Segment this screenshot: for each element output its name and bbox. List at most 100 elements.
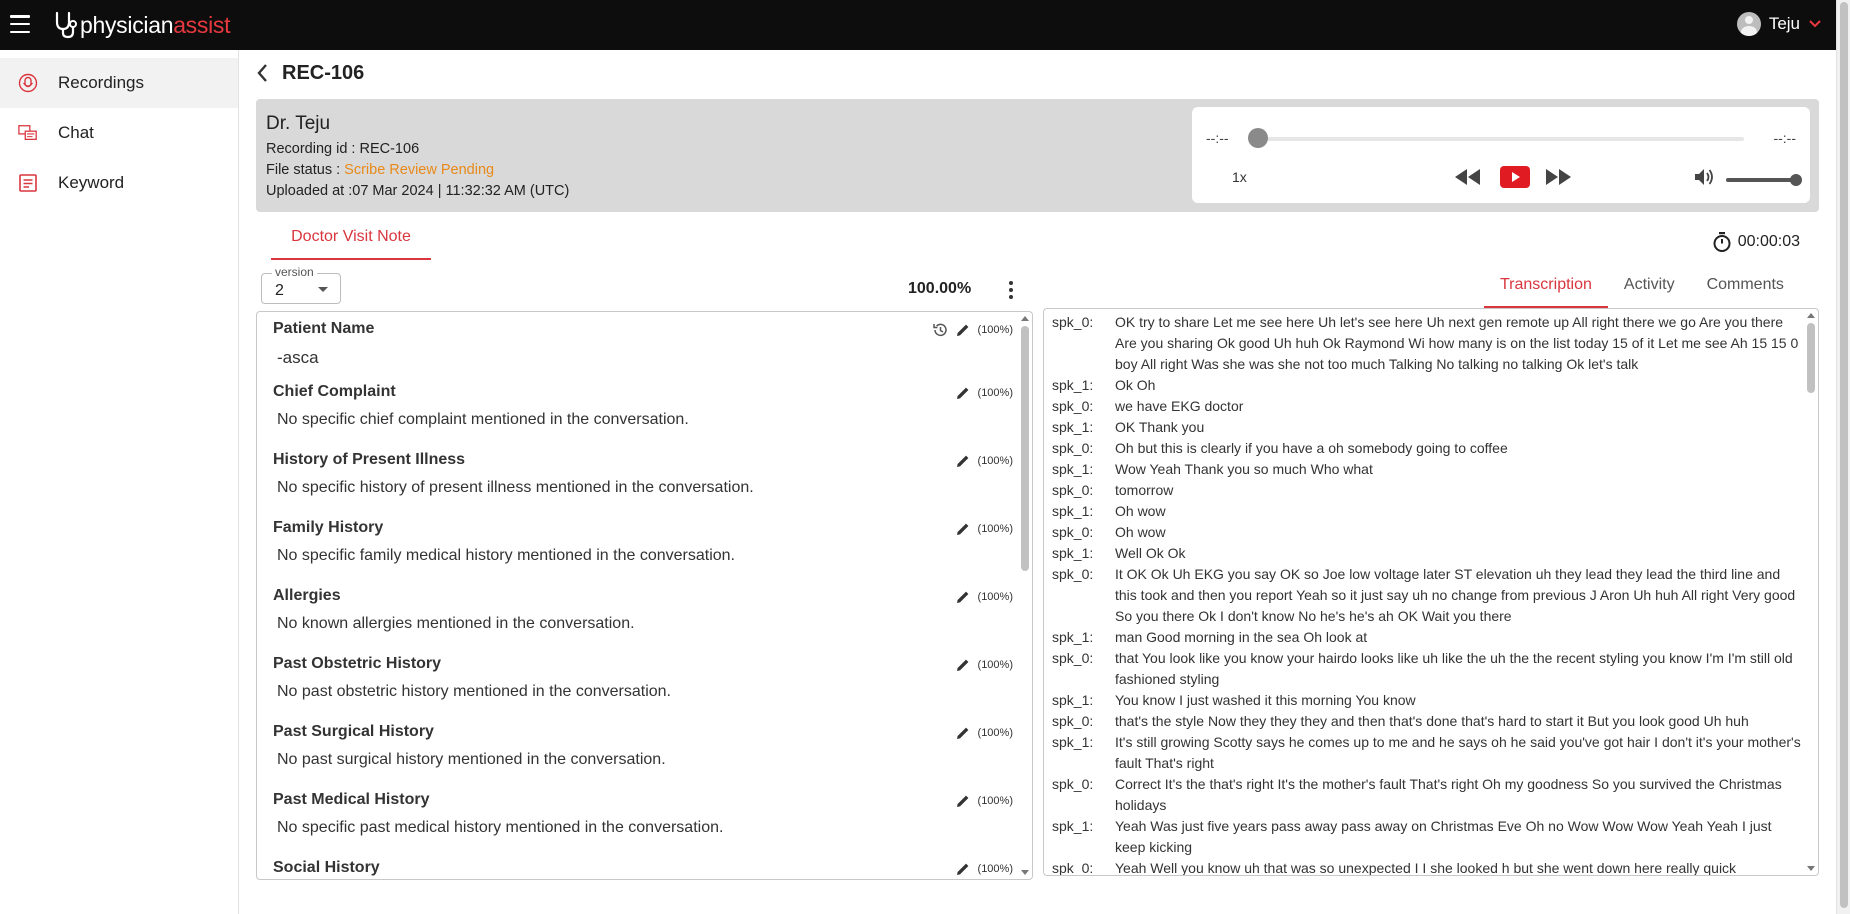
transcript-scrollbar[interactable] — [1804, 309, 1818, 875]
rewind-button[interactable] — [1454, 165, 1482, 189]
transcript-line: spk_1: Oh wow — [1052, 501, 1804, 522]
edit-icon[interactable] — [955, 793, 971, 809]
section-tools: (100%) — [955, 521, 1013, 537]
timer-value: 00:00:03 — [1737, 233, 1800, 250]
section-tools: (100%) — [932, 322, 1013, 338]
version-value: 2 — [275, 282, 284, 299]
edit-icon[interactable] — [955, 453, 971, 469]
sidebar-item-recordings[interactable]: Recordings — [0, 58, 238, 108]
section-body[interactable]: No specific history of present illness m… — [273, 479, 1013, 497]
edit-icon[interactable] — [955, 589, 971, 605]
utterance-text: Well Ok Ok — [1115, 545, 1186, 561]
section-title: Past Obstetric History — [273, 655, 442, 672]
section-tools: (100%) — [955, 861, 1013, 877]
edit-icon[interactable] — [955, 385, 971, 401]
section-confidence: (100%) — [977, 523, 1013, 535]
playback-speed-button[interactable]: 1x — [1232, 169, 1247, 185]
back-button[interactable] — [256, 60, 272, 86]
elapsed-timer: 00:00:03 — [1712, 231, 1800, 253]
transcript-line: spk_1: Ok Oh — [1052, 375, 1804, 396]
section-body[interactable]: No past obstetric history mentioned in t… — [273, 683, 1013, 701]
volume-button[interactable] — [1692, 165, 1716, 189]
utterance-text: Ok Oh — [1115, 377, 1156, 393]
version-select[interactable]: version 2 — [261, 265, 341, 304]
section-body[interactable]: No specific past medical history mention… — [273, 819, 1013, 837]
edit-icon[interactable] — [955, 322, 971, 338]
edit-icon[interactable] — [955, 657, 971, 673]
progress-slider-handle[interactable] — [1248, 128, 1268, 148]
volume-slider[interactable] — [1726, 178, 1796, 182]
section-tools: (100%) — [955, 725, 1013, 741]
history-icon[interactable] — [932, 322, 948, 338]
section-confidence: (100%) — [977, 863, 1013, 875]
tab-activity[interactable]: Activity — [1608, 264, 1691, 308]
fast-forward-button[interactable] — [1544, 165, 1572, 189]
edit-icon[interactable] — [955, 521, 971, 537]
section-body[interactable]: No specific family medical history menti… — [273, 547, 1013, 565]
section-body[interactable]: -asca — [273, 348, 1013, 368]
sidebar-item-keyword[interactable]: Keyword — [0, 158, 238, 208]
app-logo[interactable]: physicianassist — [52, 10, 230, 40]
visit-note-panel: Patient Name -asca (100%) Chief Complain… — [256, 311, 1033, 880]
section-title: Social History — [273, 859, 380, 876]
utterance-text: OK Thank you — [1115, 419, 1205, 435]
section-body[interactable]: No known allergies mentioned in the conv… — [273, 615, 1013, 633]
transcript-line: spk_1: You know I just washed it this mor… — [1052, 690, 1804, 711]
utterance-text: Oh wow — [1115, 503, 1166, 519]
rewind-icon — [1455, 169, 1480, 185]
utterance-text: You know I just washed it this morning Y… — [1115, 692, 1416, 708]
section-tools: (100%) — [955, 385, 1013, 401]
transcript-line: spk_1: It's still growing Scotty says he … — [1052, 732, 1804, 774]
recordings-icon — [18, 73, 38, 93]
version-label: version — [272, 265, 317, 279]
sidebar-item-label: Recordings — [58, 73, 144, 92]
scroll-down-icon[interactable] — [1021, 870, 1029, 875]
sidebar-item-label: Keyword — [58, 173, 125, 192]
audio-player: --:-- --:-- 1x — [1192, 107, 1810, 203]
note-scrollbar[interactable] — [1018, 312, 1032, 879]
speaker-label: spk_1: — [1052, 377, 1094, 393]
edit-icon[interactable] — [955, 725, 971, 741]
section-body[interactable]: No past surgical history mentioned in th… — [273, 751, 1013, 769]
top-app-bar: physicianassist Teju — [0, 0, 1836, 50]
utterance-text: It OK Ok Uh EKG you say OK so Joe low vo… — [1115, 566, 1796, 624]
scroll-down-icon[interactable] — [1807, 866, 1815, 871]
utterance-text: Yeah Was just five years pass away pass … — [1115, 818, 1772, 855]
note-section: Past Obstetric History No past obstetric… — [273, 655, 1013, 701]
section-title: History of Present Illness — [273, 451, 466, 468]
speaker-label: spk_1: — [1052, 629, 1094, 645]
page-scrollbar[interactable] — [1836, 0, 1850, 914]
transcript-line: spk_0: Yeah Well you know uh that was so … — [1052, 858, 1804, 875]
section-body[interactable]: No specific chief complaint mentioned in… — [273, 411, 1013, 429]
tab-doctor-visit-note[interactable]: Doctor Visit Note — [271, 222, 431, 260]
play-button[interactable] — [1500, 165, 1530, 189]
menu-icon[interactable] — [10, 15, 30, 33]
speaker-label: spk_0: — [1052, 398, 1094, 414]
progress-slider[interactable] — [1254, 137, 1744, 141]
note-scrollbar-thumb[interactable] — [1021, 326, 1029, 571]
utterance-text: tomorrow — [1115, 482, 1174, 498]
more-options-button[interactable] — [1004, 280, 1018, 300]
tab-comments[interactable]: Comments — [1691, 264, 1800, 308]
transcript-scrollbar-thumb[interactable] — [1807, 323, 1815, 393]
page-scrollbar-thumb[interactable] — [1840, 2, 1848, 908]
transcript-line: spk_1: Wow Yeah Thank you so much Who wha… — [1052, 459, 1804, 480]
sidebar-item-chat[interactable]: Chat — [0, 108, 238, 158]
transcript-line: spk_0: we have EKG doctor — [1052, 396, 1804, 417]
scroll-up-icon[interactable] — [1021, 316, 1029, 321]
speaker-label: spk_1: — [1052, 734, 1094, 750]
note-section: Social History (100%) — [273, 859, 1013, 877]
transcript-line: spk_0: tomorrow — [1052, 480, 1804, 501]
logo-assist-text: assist — [173, 11, 231, 38]
user-menu[interactable]: Teju — [1736, 12, 1822, 36]
dropdown-arrow-icon — [318, 287, 328, 292]
section-title: Allergies — [273, 587, 341, 604]
play-icon — [1500, 166, 1530, 188]
edit-icon[interactable] — [955, 861, 971, 877]
volume-slider-handle[interactable] — [1790, 174, 1802, 186]
section-confidence: (100%) — [977, 387, 1013, 399]
scroll-up-icon[interactable] — [1807, 313, 1815, 318]
tab-transcription[interactable]: Transcription — [1484, 264, 1608, 308]
current-time: --:-- — [1206, 130, 1229, 146]
section-title: Chief Complaint — [273, 383, 396, 400]
